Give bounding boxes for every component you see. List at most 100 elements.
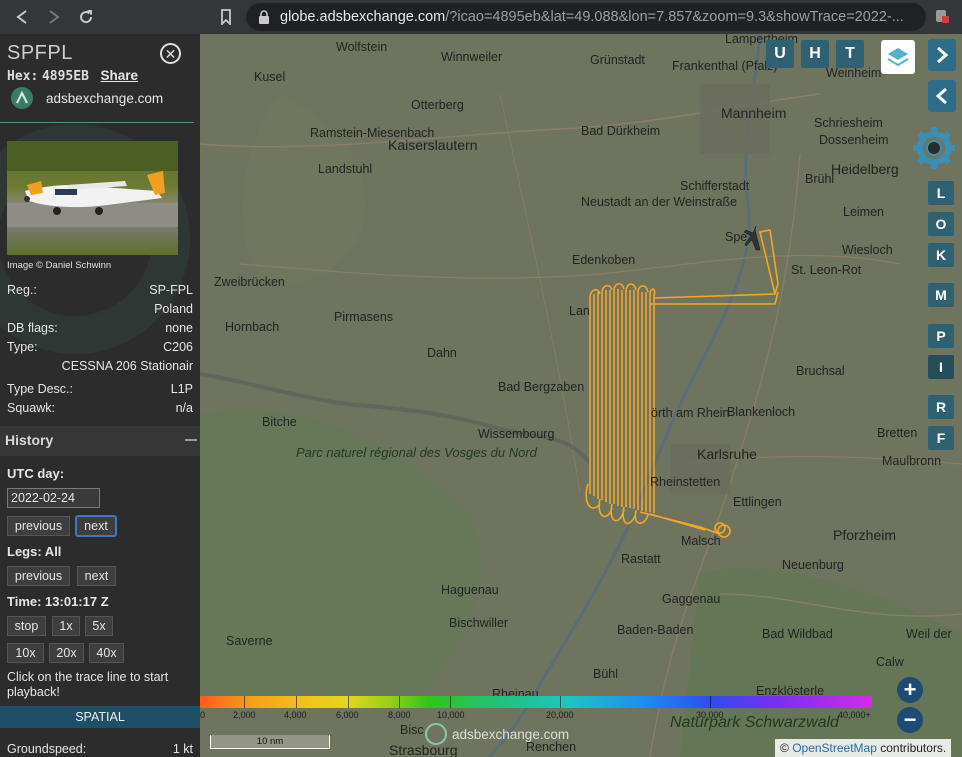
place-label: Gaggenau [662, 592, 721, 606]
db-flags-value: none [165, 321, 193, 335]
speed-10x-button[interactable]: 10x [7, 643, 44, 663]
r-toggle-button[interactable]: R [928, 395, 954, 419]
previous-leg-button[interactable]: previous [7, 566, 70, 586]
place-label: Ettlingen [733, 495, 782, 509]
place-label: Wissembourg [478, 427, 555, 441]
place-label: Frankenthal (Pfalz) [672, 59, 778, 73]
type-desc-label: Type Desc.: [7, 382, 73, 396]
utc-day-label: UTC day: [7, 466, 65, 481]
hex-row: Hex: 4895EB Share [7, 68, 138, 84]
k-toggle-button[interactable]: K [928, 243, 954, 267]
gear-icon[interactable] [910, 126, 958, 170]
place-label: örth am Rhein [651, 406, 730, 420]
o-toggle-button[interactable]: O [928, 212, 954, 236]
collapse-icon[interactable] [185, 439, 197, 441]
place-label: Schriesheim [814, 116, 883, 130]
place-label: Winnweiler [441, 50, 503, 64]
place-label: Haguenau [441, 583, 499, 597]
place-label: Bitche [262, 415, 297, 429]
place-label: Mannheim [721, 105, 787, 121]
altitude-label: 8,000 [388, 710, 411, 720]
place-label: Calw [876, 655, 904, 669]
place-label: Karlsruhe [697, 446, 757, 462]
share-link[interactable]: Share [101, 68, 139, 83]
place-label: Rastatt [621, 552, 661, 566]
playback-hint: Click on the trace line to start playbac… [7, 670, 169, 699]
place-label: Wiesloch [842, 243, 893, 257]
reload-icon[interactable] [72, 3, 100, 31]
squawk-label: Squawk: [7, 401, 55, 415]
site-link[interactable]: adsbexchange.com [11, 87, 163, 109]
zoom-in-button[interactable]: + [897, 677, 923, 703]
place-label: Blankenloch [727, 405, 796, 419]
date-input[interactable] [7, 488, 100, 508]
place-label: Landstuhl [318, 162, 373, 176]
db-flags-label: DB flags: [7, 321, 58, 335]
attribution-suffix: contributors. [876, 741, 947, 755]
previous-day-button[interactable]: previous [7, 516, 70, 536]
collapse-left-icon[interactable] [928, 80, 956, 112]
altitude-tick [244, 696, 245, 708]
p-toggle-button[interactable]: P [928, 324, 954, 348]
bookmark-icon[interactable] [212, 3, 240, 31]
next-leg-button[interactable]: next [77, 566, 116, 586]
zoom-out-button[interactable]: − [897, 707, 923, 733]
place-label: Dahn [427, 346, 457, 360]
layers-icon[interactable] [881, 40, 915, 74]
m-toggle-button[interactable]: M [928, 283, 954, 307]
url-host: globe.adsbexchange.com [280, 9, 446, 25]
type-desc-value: L1P [170, 382, 193, 396]
openstreetmap-link[interactable]: OpenStreetMap [792, 741, 877, 755]
place-label: Neuenburg [782, 558, 844, 572]
history-section-header[interactable]: History [0, 426, 200, 456]
speed-1x-button[interactable]: 1x [52, 616, 80, 636]
t-toggle-button[interactable]: T [836, 40, 864, 68]
place-label: Bühl [593, 667, 619, 681]
speed-5x-button[interactable]: 5x [85, 616, 113, 636]
place-label: Wolfstein [336, 40, 388, 54]
divider [0, 122, 194, 123]
l-toggle-button[interactable]: L [928, 181, 954, 205]
i-toggle-button[interactable]: I [928, 355, 954, 379]
place-label: Saverne [226, 634, 273, 648]
place-label: Spe [725, 230, 748, 244]
place-label: Bad Wildbad [762, 627, 833, 641]
altitude-label: 40,000+ [838, 710, 871, 720]
place-label: Neustadt an der Weinstraße [581, 195, 738, 209]
place-label: Weinheim [826, 66, 882, 80]
hex-value: 4895EB [41, 69, 89, 84]
address-bar[interactable]: globe.adsbexchange.com/?icao=4895eb&lat=… [246, 3, 926, 31]
adsbexchange-logo-icon [425, 723, 447, 745]
place-label: Brühl [805, 172, 835, 186]
close-icon[interactable]: ✕ [160, 43, 181, 64]
hex-label: Hex: [7, 69, 39, 84]
stop-button[interactable]: stop [7, 616, 46, 636]
back-arrow-icon[interactable] [8, 3, 36, 31]
altitude-tick [560, 696, 561, 708]
place-label: Bretten [877, 426, 918, 440]
place-label: Zweibrücken [214, 275, 285, 289]
f-toggle-button[interactable]: F [928, 426, 954, 450]
place-label: St. Leon-Rot [791, 263, 862, 277]
extension-icon[interactable] [934, 8, 950, 24]
altitude-label: 2,000 [233, 710, 256, 720]
expand-right-icon[interactable] [928, 39, 956, 71]
place-label: Maulbronn [882, 454, 942, 468]
place-label: Baden-Baden [617, 623, 694, 637]
registration-label: Reg.: [7, 283, 37, 297]
url-path: /?icao=4895eb&lat=49.088&lon=7.857&zoom=… [445, 9, 904, 25]
place-label: Schifferstadt [680, 179, 750, 193]
map-canvas[interactable]: Wolfstein Winnweiler Grünstadt Frankenth… [200, 34, 962, 757]
u-toggle-button[interactable]: U [766, 40, 794, 68]
spatial-section-header[interactable]: SPATIAL [0, 706, 200, 728]
aircraft-photo[interactable] [7, 141, 178, 255]
speed-40x-button[interactable]: 40x [89, 643, 124, 663]
h-toggle-button[interactable]: H [801, 40, 829, 68]
next-day-button[interactable]: next [75, 515, 117, 537]
forward-arrow-icon[interactable] [40, 3, 68, 31]
place-label: Leimen [843, 205, 884, 219]
speed-20x-button[interactable]: 20x [49, 643, 84, 663]
adsbexchange-logo-icon [11, 87, 33, 109]
altitude-tick [450, 696, 451, 708]
place-label: Rheinstetten [650, 475, 721, 489]
